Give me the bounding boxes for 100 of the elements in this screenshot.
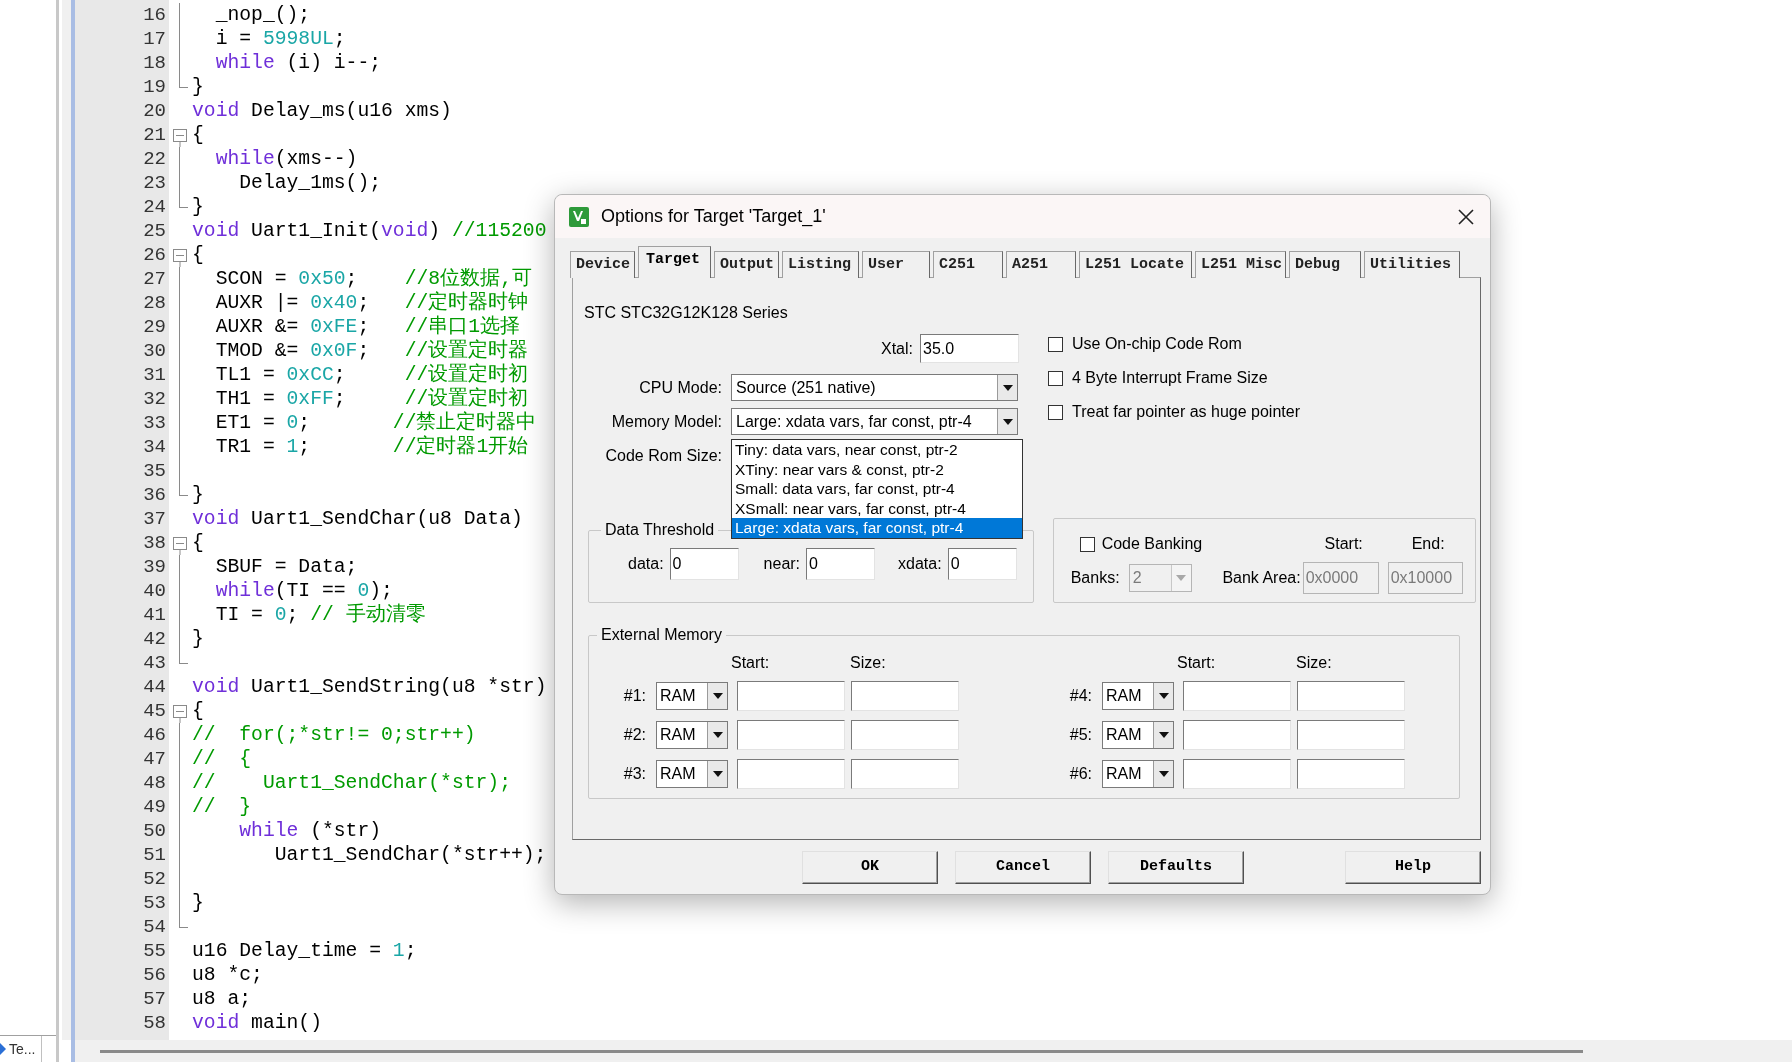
fold-box-icon[interactable] — [173, 129, 187, 147]
line-number: 20 — [142, 99, 166, 123]
tab[interactable]: L251 Misc — [1195, 251, 1286, 278]
fold-box-icon[interactable] — [173, 705, 187, 723]
memory-model-select[interactable]: Large: xdata vars, far const, ptr-4 — [731, 408, 1018, 435]
start-field[interactable] — [737, 681, 845, 711]
row-label: #4: — [1068, 686, 1092, 706]
checkbox[interactable] — [1048, 404, 1063, 420]
dialog-button[interactable]: Help — [1345, 851, 1481, 884]
memory-type-select[interactable]: RAM — [1102, 760, 1174, 788]
line-number: 22 — [142, 147, 166, 171]
fold-box-icon[interactable] — [173, 249, 187, 267]
dropdown-option[interactable]: Large: xdata vars, far const, ptr-4 — [732, 518, 1022, 538]
start-field[interactable] — [1183, 720, 1291, 750]
checkbox-label: Use On-chip Code Rom — [1072, 334, 1242, 354]
code-line: AUXR &= 0xFE; //串口1选择 — [214, 315, 521, 339]
threshold-field[interactable]: 0 — [947, 548, 1017, 580]
xtal-field[interactable]: 35.0 — [920, 334, 1019, 363]
line-number: 37 — [142, 507, 166, 531]
line-number: 40 — [142, 579, 166, 603]
size-field[interactable] — [1297, 759, 1405, 789]
app-logo-icon — [569, 206, 589, 227]
sidebar-tab[interactable]: Te... — [0, 1036, 43, 1062]
fold-box-icon[interactable] — [173, 537, 187, 555]
tab[interactable]: Debug — [1289, 251, 1361, 278]
size-field[interactable] — [851, 681, 959, 711]
size-field[interactable] — [1297, 681, 1405, 711]
field-label: near: — [763, 554, 801, 574]
line-number: 48 — [142, 771, 166, 795]
dropdown-arrow-icon[interactable] — [1002, 418, 1013, 425]
start-field[interactable] — [1183, 759, 1291, 789]
tab[interactable]: Target — [638, 246, 711, 278]
line-number: 45 — [142, 699, 166, 723]
dropdown-arrow-icon[interactable] — [712, 732, 723, 738]
line-number: 50 — [142, 819, 166, 843]
code-line: while(TI == 0); — [214, 579, 393, 603]
line-number: 34 — [142, 435, 166, 459]
dropdown-arrow-icon[interactable] — [712, 693, 723, 699]
dropdown-arrow-icon[interactable] — [1158, 693, 1169, 699]
threshold-field[interactable]: 0 — [669, 548, 739, 580]
line-number: 29 — [142, 315, 166, 339]
line-number: 19 — [142, 75, 166, 99]
size-field[interactable] — [851, 720, 959, 750]
dialog-button[interactable]: Cancel — [955, 851, 1091, 884]
code-line: u16 Delay_time = 1; — [192, 939, 417, 963]
code-line: i = 5998UL; — [214, 27, 346, 51]
tab[interactable]: L251 Locate — [1079, 251, 1192, 278]
line-number: 47 — [142, 747, 166, 771]
tab[interactable]: C251 — [933, 251, 1003, 278]
line-number: 36 — [142, 483, 166, 507]
dropdown-arrow-icon[interactable] — [1002, 384, 1013, 391]
group-title: Data Threshold — [604, 520, 716, 540]
tab[interactable]: Device — [570, 251, 635, 278]
size-field[interactable] — [1297, 720, 1405, 750]
memory-type-select[interactable]: RAM — [1102, 682, 1174, 710]
checkbox[interactable] — [1048, 336, 1063, 352]
column-header: Start: — [1323, 534, 1364, 554]
start-field[interactable] — [737, 759, 845, 789]
memory-type-select[interactable]: RAM — [1102, 721, 1174, 749]
tab[interactable]: Listing — [782, 251, 859, 278]
line-number: 33 — [142, 411, 166, 435]
code-line: u8 *c; — [192, 963, 263, 987]
code-line: TI = 0; // 手动清零 — [214, 603, 426, 627]
code-line: TMOD &= 0x0F; //设置定时器 — [214, 339, 529, 363]
memory-model-label: Memory Model: — [610, 411, 723, 432]
code-line: { — [192, 699, 204, 723]
dialog-button[interactable]: Defaults — [1108, 851, 1244, 884]
start-field[interactable] — [737, 720, 845, 750]
size-field[interactable] — [851, 759, 959, 789]
dialog-button[interactable]: OK — [802, 851, 938, 884]
tab[interactable]: Output — [714, 251, 779, 278]
line-number: 38 — [142, 531, 166, 555]
dropdown-arrow-icon[interactable] — [1158, 771, 1169, 777]
tab[interactable]: User — [862, 251, 930, 278]
code-line: void Uart1_SendChar(u8 Data) — [192, 507, 523, 531]
dropdown-arrow-icon[interactable] — [712, 771, 723, 777]
line-number: 21 — [142, 123, 166, 147]
scrollbar-thumb[interactable] — [100, 1049, 1583, 1053]
line-number: 35 — [142, 459, 166, 483]
memory-type-select[interactable]: RAM — [656, 721, 728, 749]
checkbox[interactable] — [1048, 370, 1063, 386]
tab[interactable]: A251 — [1006, 251, 1076, 278]
line-number: 49 — [142, 795, 166, 819]
code-line: // for(;*str!= 0;str++) — [192, 723, 476, 747]
field-label: data: — [628, 554, 664, 574]
cpu-mode-select[interactable]: Source (251 native) — [731, 374, 1018, 401]
line-number: 39 — [142, 555, 166, 579]
start-field[interactable] — [1183, 681, 1291, 711]
memory-type-select[interactable]: RAM — [656, 760, 728, 788]
row-label: #3: — [622, 764, 646, 784]
close-icon[interactable] — [1458, 208, 1474, 225]
threshold-field[interactable]: 0 — [806, 548, 876, 580]
tab[interactable]: Utilities — [1364, 251, 1460, 278]
banks-label: Banks: — [1070, 568, 1121, 588]
checkbox-label: Treat far pointer as huge pointer — [1072, 402, 1300, 422]
memory-type-select[interactable]: RAM — [656, 682, 728, 710]
code-line: ET1 = 0; //禁止定时器中 — [214, 411, 537, 435]
code-line: Uart1_SendChar(*str++); — [273, 843, 547, 867]
line-number: 17 — [142, 27, 166, 51]
dropdown-arrow-icon[interactable] — [1158, 732, 1169, 738]
